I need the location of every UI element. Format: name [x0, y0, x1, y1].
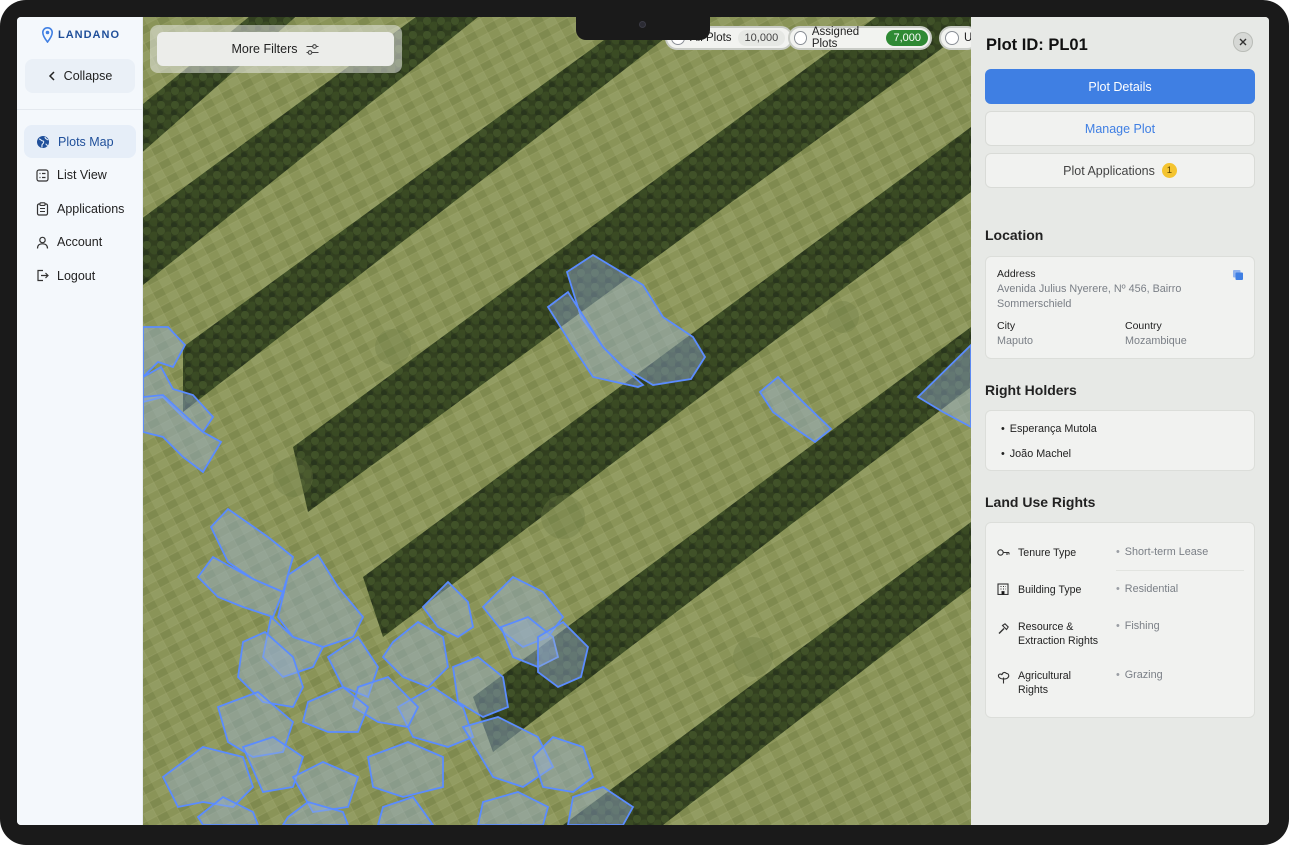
globe-icon — [37, 135, 49, 148]
chip-label: Assigned Plots — [811, 26, 860, 50]
location-card: Address Avenida Julius Nyerere, Nº 456, … — [985, 256, 1255, 359]
list-icon — [36, 168, 49, 182]
plot-details-label: Plot Details — [1088, 79, 1152, 94]
copy-icon[interactable] — [1232, 269, 1244, 281]
address-line2: Sommerschield — [997, 298, 1072, 310]
manage-plot-label: Manage Plot — [1084, 121, 1156, 136]
location-pin-icon — [42, 27, 53, 43]
user-icon — [36, 236, 49, 249]
logo-text: LANDANO — [58, 29, 120, 41]
filter-chip-unassigned-plots[interactable]: U — [939, 26, 971, 50]
sidebar-item-logout[interactable]: Logout — [24, 259, 136, 292]
camera-icon — [639, 21, 646, 28]
app-screen: LANDANO Collapse Plots Map List View App… — [17, 17, 1269, 825]
sidebar-nav: Plots Map List View Applications Account… — [24, 125, 136, 293]
plot-applications-button[interactable]: Plot Applications 1 — [985, 153, 1255, 188]
agricultural-rights-label-line1: Agricultural — [1018, 670, 1071, 682]
applications-badge: 1 — [1161, 163, 1177, 178]
building-icon — [997, 583, 1009, 595]
satellite-map — [143, 17, 971, 825]
plots-map[interactable]: More Filters All Plots 10,000 Assigned P… — [143, 17, 971, 825]
city-label: City — [997, 320, 1016, 332]
sidebar-item-applications[interactable]: Applications — [24, 192, 136, 225]
filter-chip-assigned-plots[interactable]: Assigned Plots 7,000 — [788, 26, 932, 50]
sliders-icon — [306, 43, 319, 55]
sidebar-item-label: Plots Map — [58, 134, 114, 149]
key-icon — [997, 549, 1010, 556]
sidebar-item-label: Logout — [57, 268, 96, 283]
address-line1: Avenida Julius Nyerere, Nº 456, Bairro — [997, 283, 1182, 295]
land-use-card: Tenure Type Short-term Lease Building Ty… — [985, 522, 1255, 718]
plot-detail-panel: Plot ID: PL01 Plot Details Manage Plot P… — [971, 17, 1269, 825]
sidebar: LANDANO Collapse Plots Map List View App… — [17, 17, 143, 825]
plant-icon — [997, 671, 1010, 684]
right-holder-item: Esperança Mutola — [1001, 423, 1097, 435]
collapse-button[interactable]: Collapse — [25, 59, 135, 93]
chip-count: 7,000 — [886, 30, 928, 46]
sidebar-item-account[interactable]: Account — [24, 226, 136, 259]
more-filters-button[interactable]: More Filters — [157, 32, 394, 66]
agricultural-rights-label-line2: Rights — [1018, 684, 1049, 696]
country-value: Mozambique — [1125, 335, 1187, 347]
right-holders-card: Esperança Mutola João Machel — [985, 410, 1255, 471]
device-notch — [576, 17, 710, 40]
resource-rights-label-line2: Extraction Rights — [1018, 635, 1099, 647]
hammer-icon — [998, 623, 1009, 634]
right-holders-heading: Right Holders — [985, 382, 1077, 398]
close-button[interactable] — [1233, 32, 1253, 52]
manage-plot-button[interactable]: Manage Plot — [985, 111, 1255, 146]
plot-applications-label: Plot Applications — [1063, 163, 1155, 178]
filters-bar: More Filters — [150, 25, 402, 73]
logout-icon — [37, 269, 49, 282]
sidebar-item-label: Account — [57, 235, 103, 249]
sidebar-item-label: List View — [57, 168, 107, 182]
sidebar-item-plots-map[interactable]: Plots Map — [24, 125, 136, 158]
sidebar-item-label: Applications — [57, 201, 125, 216]
building-type-label: Building Type — [1018, 584, 1082, 596]
building-type-value: Residential — [1116, 583, 1178, 595]
radio-icon — [945, 31, 959, 45]
location-heading: Location — [985, 227, 1044, 243]
tenure-type-value: Short-term Lease — [1116, 546, 1208, 558]
chevron-left-icon — [48, 71, 55, 81]
chip-count: 10,000 — [737, 30, 786, 46]
row-divider — [1116, 570, 1244, 571]
address-label: Address — [997, 268, 1036, 280]
sidebar-divider — [17, 109, 143, 110]
city-value: Maputo — [997, 335, 1034, 347]
resource-rights-label-line1: Resource & — [1018, 621, 1074, 633]
close-icon — [1239, 38, 1247, 46]
panel-title: Plot ID: PL01 — [986, 36, 1088, 54]
clipboard-icon — [36, 201, 49, 216]
logo[interactable]: LANDANO — [42, 27, 120, 43]
resource-rights-value: Fishing — [1116, 620, 1160, 632]
right-holder-item: João Machel — [1001, 448, 1071, 460]
agricultural-rights-value: Grazing — [1116, 669, 1163, 681]
plot-details-button[interactable]: Plot Details — [985, 69, 1255, 104]
sidebar-item-list-view[interactable]: List View — [24, 159, 136, 192]
more-filters-label: More Filters — [231, 42, 298, 56]
land-use-heading: Land Use Rights — [985, 494, 1096, 510]
tenure-type-label: Tenure Type — [1018, 547, 1077, 559]
chip-label: U — [964, 32, 971, 44]
radio-icon — [794, 31, 807, 45]
collapse-label: Collapse — [63, 69, 113, 83]
country-label: Country — [1125, 320, 1162, 332]
